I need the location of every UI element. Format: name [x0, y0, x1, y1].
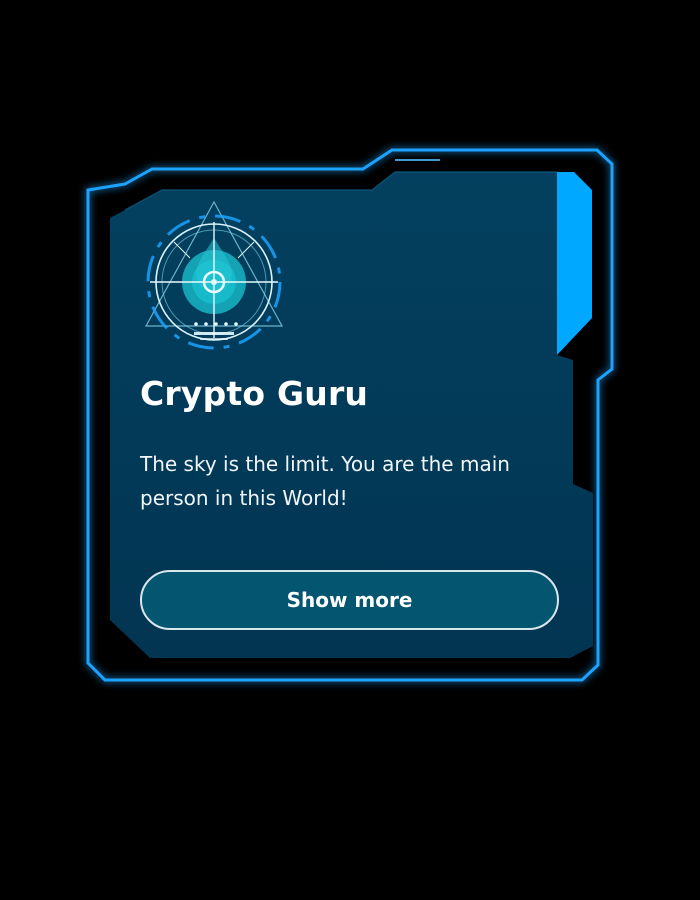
accent-tab: [557, 172, 592, 355]
card-title: Crypto Guru: [140, 374, 369, 413]
show-more-button[interactable]: Show more: [140, 570, 559, 630]
card-description: The sky is the limit. You are the main p…: [140, 452, 510, 510]
crypto-target-emblem-icon: [144, 200, 284, 350]
